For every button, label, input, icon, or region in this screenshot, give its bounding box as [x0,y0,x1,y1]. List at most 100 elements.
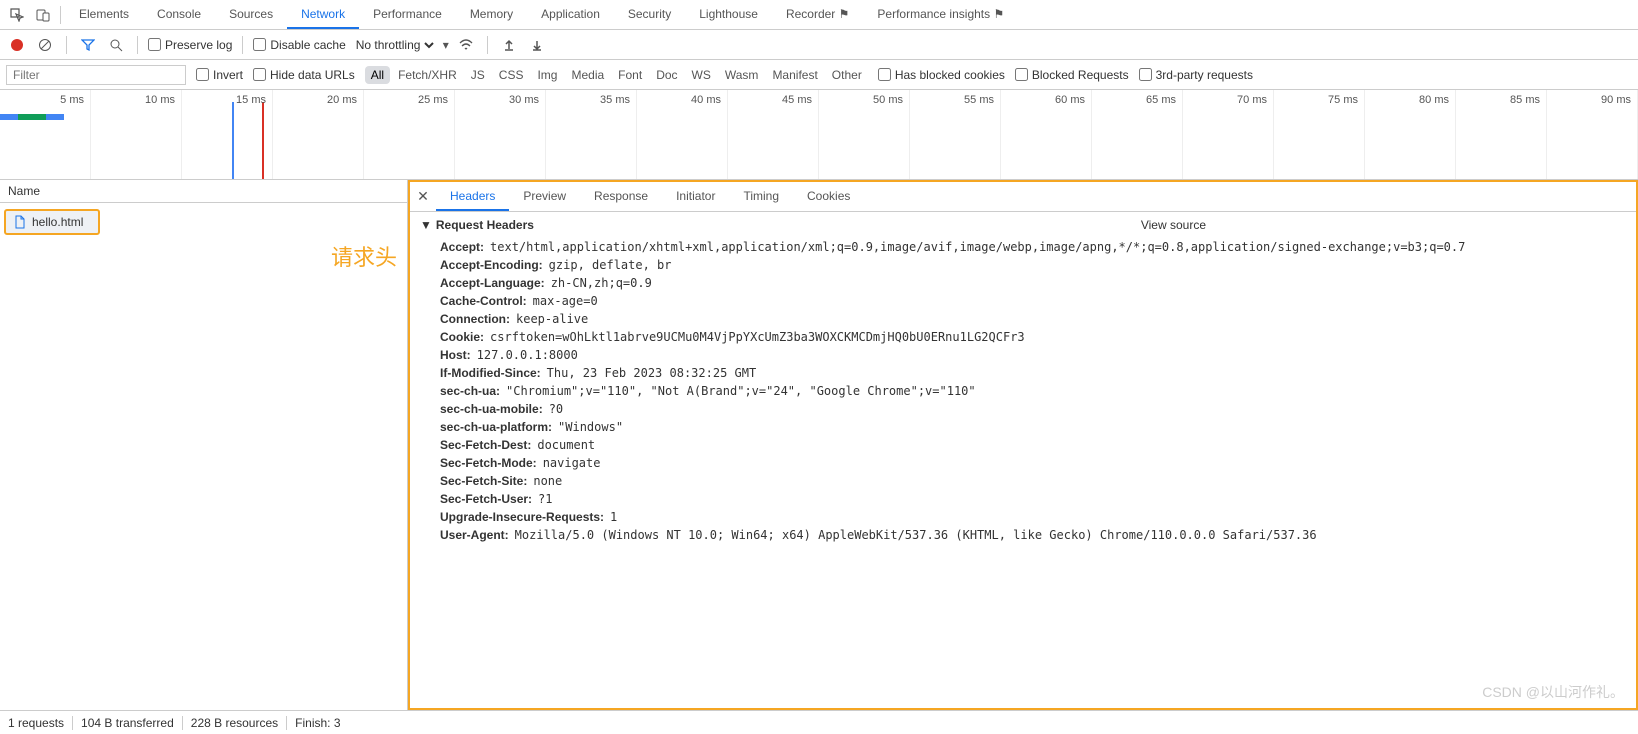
header-key: User-Agent: [440,528,509,542]
file-icon [14,215,26,229]
inspect-icon[interactable] [4,2,30,28]
device-icon[interactable] [30,2,56,28]
main-tab-lighthouse[interactable]: Lighthouse [685,1,772,29]
header-key: Sec-Fetch-User: [440,492,532,506]
main-tab-network[interactable]: Network [287,1,359,29]
filter-chip-ws[interactable]: WS [686,66,717,84]
detail-tab-timing[interactable]: Timing [729,183,793,211]
filter-chip-img[interactable]: Img [531,66,563,84]
separator [286,716,287,730]
timeline-tick: 10 ms [91,90,182,179]
header-value: ?1 [538,492,552,506]
header-value: "Chromium";v="110", "Not A(Brand";v="24"… [506,384,976,398]
header-value: ?0 [549,402,563,416]
upload-icon[interactable] [498,34,520,56]
waterfall-timeline[interactable]: 5 ms10 ms15 ms20 ms25 ms30 ms35 ms40 ms4… [0,90,1638,180]
timeline-tick: 85 ms [1456,90,1547,179]
section-title: Request Headers [436,218,534,232]
timeline-tick: 40 ms [637,90,728,179]
filter-chip-other[interactable]: Other [826,66,868,84]
filter-chip-manifest[interactable]: Manifest [766,66,823,84]
record-button[interactable] [6,34,28,56]
header-row: Sec-Fetch-User: ?1 [440,490,1636,508]
main-tab-console[interactable]: Console [143,1,215,29]
detail-tab-headers[interactable]: Headers [436,183,509,211]
timeline-tick: 90 ms [1547,90,1638,179]
timeline-tick: 45 ms [728,90,819,179]
main-tab-memory[interactable]: Memory [456,1,527,29]
filter-chip-wasm[interactable]: Wasm [719,66,765,84]
clear-icon[interactable] [34,34,56,56]
detail-tab-initiator[interactable]: Initiator [662,183,729,211]
status-item: 228 B resources [191,716,278,730]
filter-chip-font[interactable]: Font [612,66,648,84]
invert-checkbox[interactable]: Invert [196,68,243,82]
request-list: Name hello.html 请求头 [0,180,408,710]
filter-chip-js[interactable]: JS [465,66,491,84]
request-row-hello[interactable]: hello.html [4,209,100,235]
request-headers-section[interactable]: ▼ Request Headers View source [410,212,1636,238]
preserve-log-checkbox[interactable]: Preserve log [148,38,232,52]
name-column-header[interactable]: Name [0,180,407,203]
header-row: sec-ch-ua-mobile:?0 [440,400,1636,418]
search-icon[interactable] [105,34,127,56]
filter-chip-doc[interactable]: Doc [650,66,683,84]
header-row: Sec-Fetch-Mode: navigate [440,454,1636,472]
detail-tab-preview[interactable]: Preview [509,183,580,211]
request-details: ✕ HeadersPreviewResponseInitiatorTimingC… [408,180,1638,710]
separator [242,36,243,54]
filter-chip-fetch-xhr[interactable]: Fetch/XHR [392,66,463,84]
watermark: CSDN @以山河作礼。 [1482,682,1624,702]
hide-data-urls-checkbox[interactable]: Hide data URLs [253,68,355,82]
third-party-checkbox[interactable]: 3rd-party requests [1139,68,1253,82]
header-row: Accept-Language:zh-CN,zh;q=0.9 [440,274,1636,292]
has-blocked-cookies-checkbox[interactable]: Has blocked cookies [878,68,1005,82]
timeline-tick: 55 ms [910,90,1001,179]
separator [72,716,73,730]
header-value: csrftoken=wOhLktl1abrve9UCMu0M4VjPpYXcUm… [490,330,1025,344]
header-key: Accept: [440,240,484,254]
view-source-link[interactable]: View source [1141,218,1206,232]
main-tab-application[interactable]: Application [527,1,614,29]
filter-chip-all[interactable]: All [365,66,390,84]
filter-icon[interactable] [77,34,99,56]
header-row: Sec-Fetch-Dest:document [440,436,1636,454]
main-tab-recorder-[interactable]: Recorder ⚑ [772,1,863,29]
main-tab-performance-insights-[interactable]: Performance insights ⚑ [863,1,1018,29]
header-row: Sec-Fetch-Site:none [440,472,1636,490]
header-row: Accept:text/html,application/xhtml+xml,a… [440,238,1636,256]
header-row: Host:127.0.0.1:8000 [440,346,1636,364]
throttling-select[interactable]: No throttling [352,37,437,53]
filter-chip-css[interactable]: CSS [493,66,530,84]
download-icon[interactable] [526,34,548,56]
header-row: Cookie:csrftoken=wOhLktl1abrve9UCMu0M4Vj… [440,328,1636,346]
header-value: navigate [543,456,601,470]
filter-input[interactable] [6,65,186,85]
timeline-tick: 25 ms [364,90,455,179]
header-value: Thu, 23 Feb 2023 08:32:25 GMT [547,366,757,380]
main-tab-security[interactable]: Security [614,1,685,29]
main-tab-performance[interactable]: Performance [359,1,456,29]
header-key: Host: [440,348,471,362]
blocked-requests-checkbox[interactable]: Blocked Requests [1015,68,1129,82]
header-key: Sec-Fetch-Mode: [440,456,537,470]
header-value: none [533,474,562,488]
status-item: 1 requests [8,716,64,730]
header-value: keep-alive [516,312,588,326]
detail-tab-cookies[interactable]: Cookies [793,183,864,211]
header-key: Connection: [440,312,510,326]
header-row: Cache-Control:max-age=0 [440,292,1636,310]
main-tab-sources[interactable]: Sources [215,1,287,29]
header-key: Accept-Language: [440,276,545,290]
disable-cache-checkbox[interactable]: Disable cache [253,38,345,52]
timeline-tick: 50 ms [819,90,910,179]
filter-chip-media[interactable]: Media [565,66,610,84]
timeline-tick: 15 ms [182,90,273,179]
status-item: Finish: 3 [295,716,340,730]
wifi-icon[interactable] [455,34,477,56]
detail-tab-response[interactable]: Response [580,183,662,211]
header-row: If-Modified-Since:Thu, 23 Feb 2023 08:32… [440,364,1636,382]
header-value: Mozilla/5.0 (Windows NT 10.0; Win64; x64… [515,528,1317,542]
close-icon[interactable]: ✕ [410,188,436,205]
main-tab-elements[interactable]: Elements [65,1,143,29]
